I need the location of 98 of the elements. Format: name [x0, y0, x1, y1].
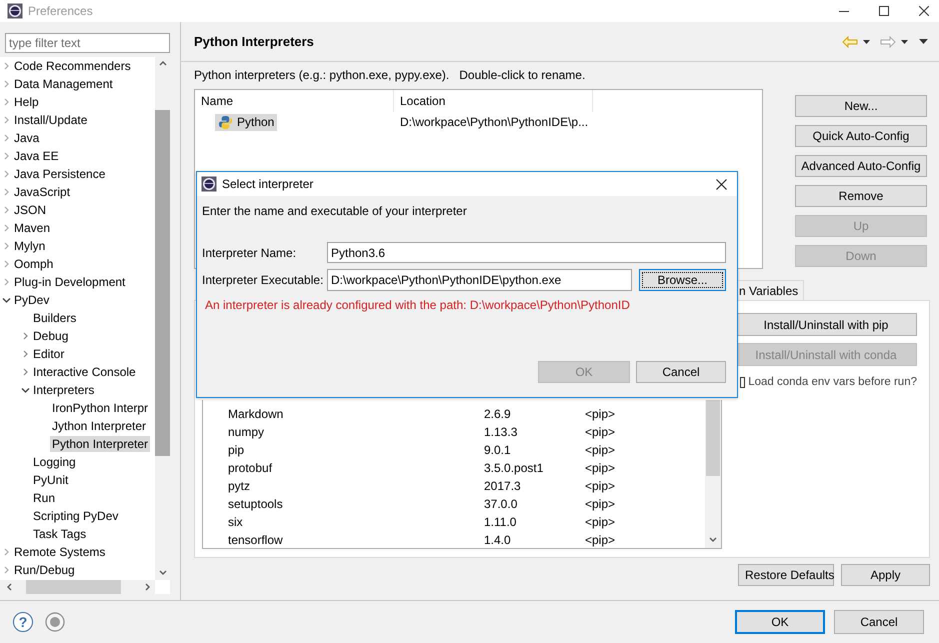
tree-item[interactable]: IronPython Interpr	[50, 400, 150, 416]
dialog-button[interactable]: Cancel	[834, 610, 924, 634]
close-icon[interactable]	[919, 6, 929, 16]
dialog-message: Enter the name and executable of your interpreter	[202, 203, 468, 219]
input-field[interactable]: D:\workpace\Python\PythonIDE\python.exe	[327, 269, 632, 291]
action-button[interactable]: Advanced Auto-Config	[795, 155, 927, 177]
python-logo-icon	[218, 114, 233, 130]
action-button[interactable]: Apply	[841, 564, 930, 586]
table-cell-text: 37.0.0	[484, 497, 518, 511]
action-button[interactable]: Install/Uninstall with pip	[735, 313, 917, 336]
tree-item[interactable]: Editor	[31, 346, 66, 362]
column-header[interactable]: Name	[195, 90, 394, 112]
tree-item[interactable]: Java Persistence	[12, 166, 108, 182]
table-cell: <pip>	[585, 407, 616, 421]
tree-item[interactable]: Help	[12, 94, 41, 110]
tree-item[interactable]: Data Management	[12, 76, 115, 92]
tree-item[interactable]: Code Recommenders	[12, 58, 133, 74]
tree-item[interactable]: PyUnit	[31, 472, 70, 488]
tree-item[interactable]: Logging	[31, 454, 78, 470]
table-cell: <pip>	[585, 461, 616, 475]
tree-item[interactable]: Maven	[12, 220, 52, 236]
action-button[interactable]: Remove	[795, 185, 927, 207]
tree-item[interactable]: Oomph	[12, 256, 56, 272]
table-cell-text: pytz	[227, 479, 252, 493]
tree-item[interactable]: Mylyn	[12, 238, 48, 254]
tree-item[interactable]: Install/Update	[12, 112, 90, 128]
table-cell-text: 2.6.9	[484, 407, 512, 421]
table-cell-text: 1.11.0	[484, 515, 518, 529]
tree-item[interactable]: JSON	[12, 202, 48, 218]
tree-item[interactable]: Jython Interpreter	[50, 418, 148, 434]
tree-item[interactable]: Plug-in Development	[12, 274, 128, 290]
checkbox-label: Load conda env vars before run?	[748, 376, 917, 388]
action-button[interactable]: New...	[795, 95, 927, 117]
column-header[interactable]: Location	[394, 90, 593, 112]
table-cell: <pip>	[585, 443, 616, 457]
table-cell-text: 2017.3	[484, 479, 522, 493]
field-label: Interpreter Executable:	[202, 273, 324, 287]
field-label: Interpreter Name:	[202, 246, 298, 260]
table-cell-text: protobuf	[227, 461, 274, 475]
menu-caret-icon[interactable]	[919, 39, 928, 44]
table-cell-text: tensorflow	[227, 533, 284, 547]
dialog-title: Select interpreter	[222, 177, 314, 191]
tree-item[interactable]: Interactive Console	[31, 364, 138, 380]
tree-item[interactable]: JavaScript	[12, 184, 72, 200]
table-cell: <pip>	[585, 515, 616, 529]
table-cell-text: 1.13.3	[484, 425, 518, 439]
tree-item[interactable]: Run/Debug	[12, 562, 77, 578]
input-field[interactable]: Python3.6	[327, 242, 726, 263]
tree-item[interactable]: Task Tags	[31, 526, 88, 542]
dropdown-caret-icon[interactable]	[901, 40, 908, 44]
tree-item[interactable]: Python Interpreter	[50, 436, 150, 452]
help-button[interactable]: ?	[13, 612, 33, 632]
tree-item[interactable]: Interpreters	[31, 382, 96, 398]
app-icon	[7, 3, 23, 19]
tree-item[interactable]: Remote Systems	[12, 544, 108, 560]
tree-item[interactable]: Scripting PyDev	[31, 508, 120, 524]
action-button[interactable]: Restore Defaults	[738, 564, 834, 586]
table-cell-text: 9.0.1	[484, 443, 512, 457]
maximize-icon[interactable]	[879, 6, 889, 16]
table-cell-text: D:\workpace\Python\PythonIDE\p...	[399, 115, 588, 129]
page-title: Python Interpreters	[194, 34, 314, 49]
table-cell-text: numpy	[227, 425, 266, 439]
action-button[interactable]: Quick Auto-Config	[795, 125, 927, 147]
table-cell: <pip>	[585, 533, 616, 547]
tree-item[interactable]: Debug	[31, 328, 70, 344]
table-cell-text: setuptools	[227, 497, 284, 511]
app-icon	[201, 176, 217, 192]
browse-button[interactable]: Browse...	[638, 269, 726, 291]
table-cell: <pip>	[585, 479, 616, 493]
table-cell-text: six	[227, 515, 244, 529]
dialog-button[interactable]: Cancel	[636, 361, 726, 383]
tree-item[interactable]: Java EE	[12, 148, 61, 164]
table-cell-text: Markdown	[227, 407, 284, 421]
filter-field[interactable]: type filter text	[5, 33, 170, 53]
interpreter-row[interactable]: Python	[215, 114, 278, 130]
close-icon[interactable]	[716, 178, 727, 190]
forward-arrow-icon[interactable]	[880, 36, 896, 48]
window-title: Preferences	[28, 4, 93, 18]
tab[interactable]: n Variables	[738, 280, 804, 300]
tree-item[interactable]: PyDev	[12, 292, 52, 308]
page-description: Python interpreters (e.g.: python.exe, pypy.exe). Double-click to rename.	[194, 68, 586, 83]
scrollbar[interactable]	[0, 580, 155, 594]
table-cell-text: 1.4.0	[484, 533, 512, 547]
back-arrow-icon[interactable]	[842, 36, 858, 48]
scrollbar[interactable]	[705, 400, 721, 548]
scrollbar[interactable]	[155, 57, 170, 580]
checkbox[interactable]	[740, 376, 746, 388]
record-icon[interactable]	[45, 612, 65, 632]
table-cell: <pip>	[585, 497, 616, 511]
table-cell-text: pip	[227, 443, 246, 457]
dropdown-caret-icon[interactable]	[863, 40, 870, 44]
error-message: An interpreter is already configured with the path: D:\workpace\Python\PythonID	[204, 298, 631, 313]
table-cell: <pip>	[585, 425, 616, 439]
table-cell-text: 3.5.0.post1	[484, 461, 544, 475]
tree-item[interactable]: Java	[12, 130, 42, 146]
tree-item[interactable]: Run	[31, 490, 58, 506]
tree-item[interactable]: Builders	[31, 310, 78, 326]
dialog-button[interactable]: OK	[735, 610, 825, 634]
